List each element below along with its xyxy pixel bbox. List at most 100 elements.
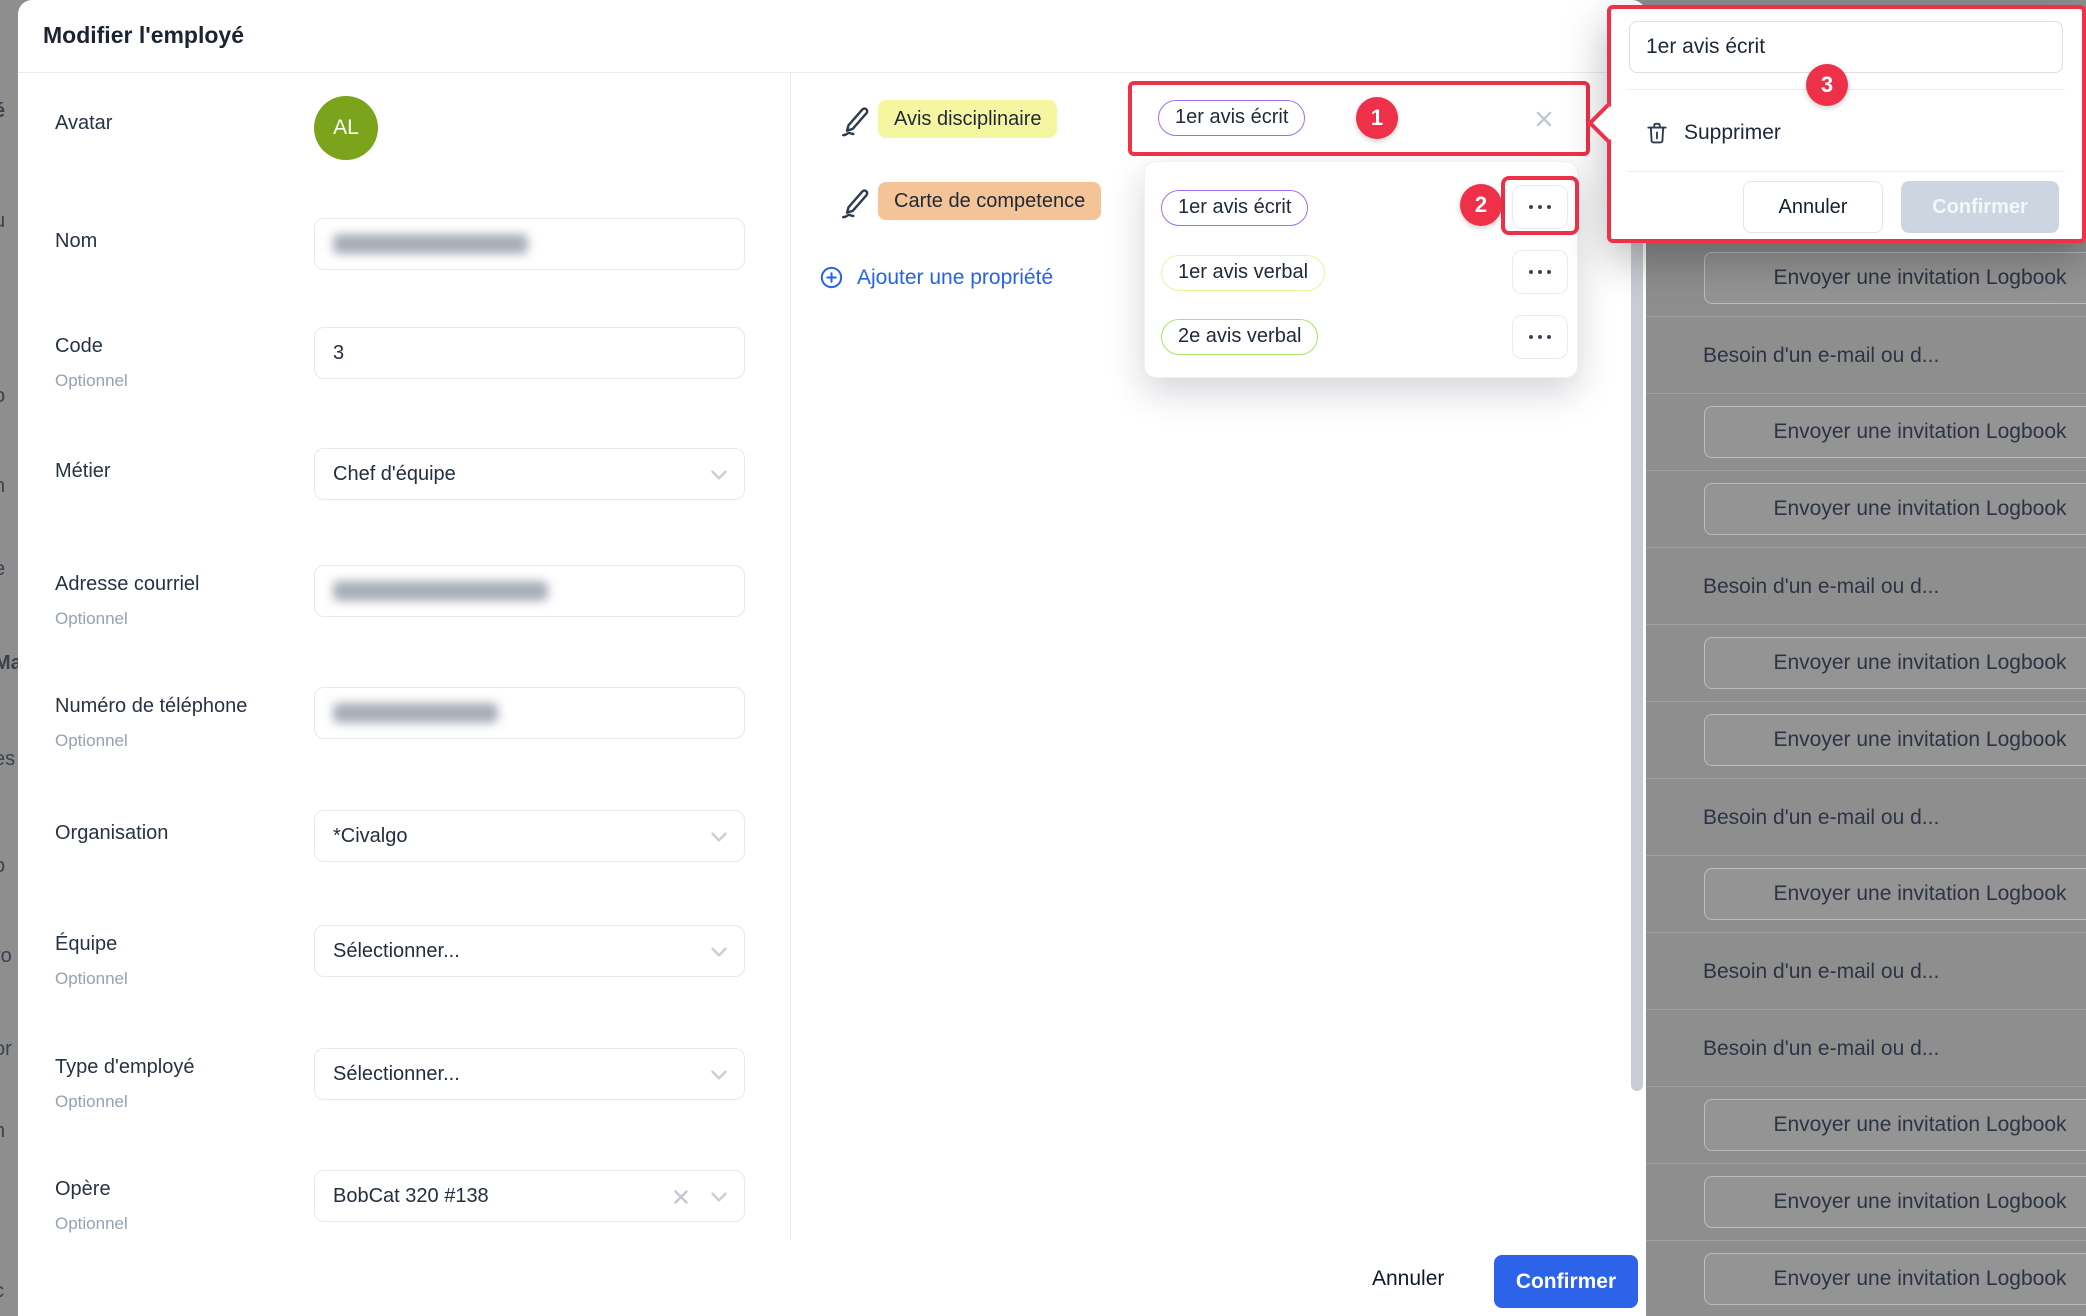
field-optional-hint: Optionnel: [55, 969, 128, 989]
trash-icon: [1644, 120, 1670, 146]
table-row: Envoyer une invitation Logbook: [1646, 471, 2086, 548]
background-text-fragment: h: [0, 475, 18, 498]
ellipsis-dot: [1538, 270, 1542, 274]
dropdown-option-pill[interactable]: 1er avis verbal: [1161, 255, 1325, 291]
popover-cancel-button[interactable]: Annuler: [1743, 181, 1883, 233]
circle-plus-icon: [818, 264, 845, 291]
table-row: Besoin d'un e-mail ou d...: [1646, 317, 2086, 394]
send-logbook-invitation-button: Envoyer une invitation Logbook: [1704, 637, 2086, 689]
field-label: Opère: [55, 1178, 111, 1201]
field-adresse-courriel[interactable]: [314, 565, 745, 617]
selected-tag-pill[interactable]: 1er avis écrit: [1158, 100, 1305, 136]
property-tag-carte-de-competence[interactable]: Carte de competence: [878, 182, 1101, 220]
needs-email-text: Besoin d'un e-mail ou d...: [1703, 317, 1939, 394]
delete-tag-button[interactable]: Supprimer: [1644, 107, 1781, 159]
table-row: Besoin d'un e-mail ou d...: [1646, 1010, 2086, 1087]
field-optional-hint: Optionnel: [55, 1092, 128, 1112]
clear-icon[interactable]: [1532, 107, 1556, 131]
redacted-value: [333, 234, 528, 254]
dropdown-option-pill[interactable]: 1er avis écrit: [1161, 190, 1308, 226]
field-value: Sélectionner...: [333, 1063, 460, 1086]
field-type-employe[interactable]: Sélectionner...: [314, 1048, 745, 1100]
field-label: Métier: [55, 460, 111, 483]
modal-confirm-button[interactable]: Confirmer: [1494, 1255, 1638, 1308]
tag-edit-popover: Supprimer Annuler Confirmer: [1607, 5, 2086, 243]
field-value: 3: [333, 342, 344, 365]
table-row: Besoin d'un e-mail ou d...: [1646, 933, 2086, 1010]
field-value: Chef d'équipe: [333, 463, 456, 486]
field-nom[interactable]: [314, 218, 745, 270]
ellipsis-dot: [1547, 335, 1551, 339]
chevron-down-icon: [706, 939, 732, 965]
annotation-badge-2: 2: [1460, 184, 1502, 226]
tag-name-input[interactable]: [1629, 21, 2063, 73]
send-logbook-invitation-button: Envoyer une invitation Logbook: [1704, 1253, 2086, 1305]
header-divider: [18, 72, 1646, 73]
chevron-down-icon: [706, 462, 732, 488]
table-row: Envoyer une invitation Logbook: [1646, 1087, 2086, 1164]
background-text-fragment: Ma: [0, 652, 18, 675]
annotation-badge-3: 3: [1806, 64, 1848, 106]
field-code[interactable]: 3: [314, 327, 745, 379]
send-logbook-invitation-button: Envoyer une invitation Logbook: [1704, 714, 2086, 766]
ellipsis-dot: [1538, 335, 1542, 339]
chevron-down-icon: [706, 824, 732, 850]
field-metier[interactable]: Chef d'équipe: [314, 448, 745, 500]
background-text-fragment: e: [0, 558, 18, 581]
modal-cancel-button[interactable]: Annuler: [1372, 1267, 1444, 1291]
table-row: Envoyer une invitation Logbook: [1646, 856, 2086, 933]
background-text-fragment: n: [0, 1120, 18, 1143]
background-text-fragment: o: [0, 385, 18, 408]
modal-scrollbar-thumb[interactable]: [1631, 126, 1643, 1091]
ellipsis-dot: [1529, 270, 1533, 274]
field-label: Code: [55, 335, 103, 358]
field-label: Nom: [55, 230, 97, 253]
add-property-link[interactable]: Ajouter une propriété: [818, 264, 1053, 291]
field-label: Organisation: [55, 822, 168, 845]
background-text-fragment: u: [0, 210, 18, 233]
field-label: Adresse courriel: [55, 573, 200, 596]
send-logbook-invitation-button: Envoyer une invitation Logbook: [1704, 406, 2086, 458]
needs-email-text: Besoin d'un e-mail ou d...: [1703, 548, 1939, 625]
property-tag-avis-disciplinaire[interactable]: Avis disciplinaire: [878, 100, 1057, 138]
table-row: Envoyer une invitation Logbook: [1646, 1241, 2086, 1316]
send-logbook-invitation-button: Envoyer une invitation Logbook: [1704, 868, 2086, 920]
modal-title: Modifier l'employé: [43, 22, 244, 49]
avatar[interactable]: AL: [314, 96, 378, 160]
field-label: Équipe: [55, 933, 117, 956]
field-organisation[interactable]: *Civalgo: [314, 810, 745, 862]
signature-pen-icon: [838, 186, 874, 222]
column-divider: [790, 73, 791, 1240]
annotation-badge-1: 1: [1356, 97, 1398, 139]
field-optional-hint: Optionnel: [55, 371, 128, 391]
background-text-fragment: c: [0, 1280, 18, 1303]
ellipsis-dot: [1529, 335, 1533, 339]
field-label: Numéro de téléphone: [55, 695, 247, 718]
ellipsis-dot: [1547, 270, 1551, 274]
table-row: Besoin d'un e-mail ou d...: [1646, 779, 2086, 856]
table-row: Envoyer une invitation Logbook: [1646, 240, 2086, 317]
background-text-fragment: é: [0, 100, 18, 123]
field-optional-hint: Optionnel: [55, 1214, 128, 1234]
needs-email-text: Besoin d'un e-mail ou d...: [1703, 779, 1939, 856]
table-row: Envoyer une invitation Logbook: [1646, 625, 2086, 702]
clear-icon[interactable]: [670, 1186, 692, 1208]
send-logbook-invitation-button: Envoyer une invitation Logbook: [1704, 1099, 2086, 1151]
field-value: BobCat 320 #138: [333, 1185, 489, 1208]
option-menu-button[interactable]: [1512, 250, 1568, 294]
background-text-fragment: or: [0, 1038, 18, 1061]
field-optional-hint: Optionnel: [55, 609, 128, 629]
dropdown-option-pill[interactable]: 2e avis verbal: [1161, 319, 1318, 355]
table-row: Besoin d'un e-mail ou d...: [1646, 548, 2086, 625]
chevron-down-icon: [706, 1184, 732, 1210]
field-numero-telephone[interactable]: [314, 687, 745, 739]
field-optional-hint: Optionnel: [55, 731, 128, 751]
background-left-strip: éuoheMaesoroornc: [0, 0, 18, 1316]
field-label: Avatar: [55, 112, 112, 135]
field-value: Sélectionner...: [333, 940, 460, 963]
popover-confirm-button[interactable]: Confirmer: [1901, 181, 2059, 233]
field-equipe[interactable]: Sélectionner...: [314, 925, 745, 977]
option-menu-button[interactable]: [1512, 315, 1568, 359]
needs-email-text: Besoin d'un e-mail ou d...: [1703, 1010, 1939, 1087]
field-opere[interactable]: BobCat 320 #138: [314, 1170, 745, 1222]
